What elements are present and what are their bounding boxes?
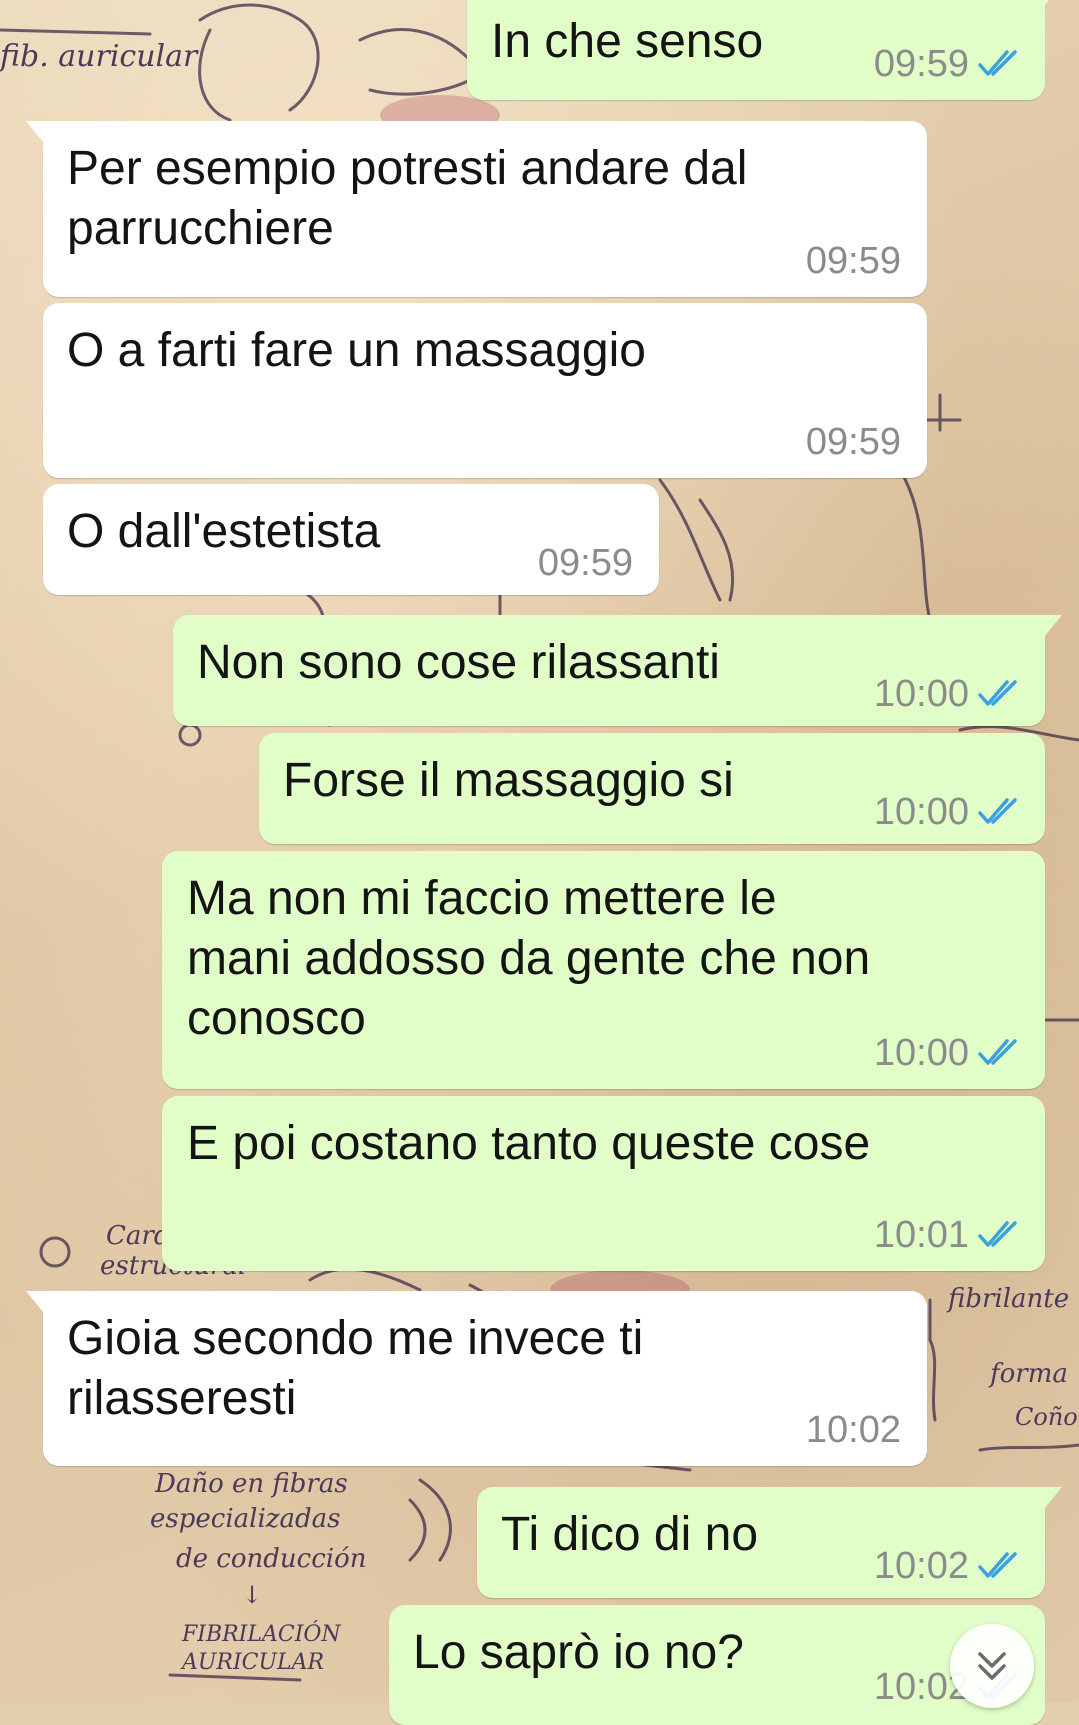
message-text: Non sono cose rilassanti — [197, 636, 720, 689]
double-check-icon — [978, 798, 1017, 824]
message-time: 10:02 — [873, 1544, 969, 1587]
message-bubble-outgoing[interactable]: Ti dico di no 10:02 — [477, 1487, 1062, 1598]
wallpaper-annotation: forma — [990, 1359, 1068, 1389]
wallpaper-annotation: fibrilante — [948, 1284, 1070, 1314]
message-bubble-outgoing[interactable]: E poi costano tanto queste cose 10:01 — [162, 1096, 1045, 1271]
message-meta: 09:59 — [537, 541, 633, 584]
message-time: 09:59 — [537, 541, 633, 584]
message-text: Lo saprò io no? — [413, 1626, 744, 1679]
message-time: 09:59 — [805, 420, 901, 463]
wallpaper-annotation: FIBRILACIÓN — [182, 1622, 341, 1647]
wallpaper-annotation: especializadas — [150, 1504, 341, 1534]
double-check-icon — [978, 1039, 1017, 1065]
message-text: E poi costano tanto queste cose — [187, 1117, 871, 1170]
message-bubble-outgoing[interactable]: Ma non mi faccio mettere le mani addosso… — [162, 851, 1045, 1089]
message-text: In che senso — [491, 15, 764, 68]
message-meta: 10:01 — [873, 1213, 1021, 1256]
message-bubble-incoming[interactable]: O dall'estetista 09:59 — [43, 484, 659, 595]
message-time: 10:00 — [873, 672, 969, 715]
message-meta: 10:02 — [873, 1544, 1021, 1587]
message-text: O a farti fare un massaggio — [67, 324, 646, 377]
message-time: 10:01 — [873, 1213, 969, 1256]
message-bubble-incoming[interactable]: O a farti fare un massaggio 09:59 — [43, 303, 927, 478]
message-time: 09:59 — [873, 42, 969, 85]
wallpaper-annotation: AURICULAR — [182, 1650, 325, 1675]
wallpaper-annotation: Coño — [1015, 1403, 1078, 1431]
message-meta: 10:00 — [873, 1031, 1021, 1074]
message-bubble-incoming[interactable]: Gioia secondo me invece ti rilasseresti … — [26, 1291, 927, 1466]
message-bubble-outgoing[interactable]: In che senso 09:59 — [467, 0, 1062, 100]
double-check-icon — [978, 1552, 1017, 1578]
message-text: Per esempio potresti andare dal parrucch… — [67, 142, 748, 255]
message-meta: 10:00 — [873, 672, 1021, 715]
message-text: O dall'estetista — [67, 505, 381, 558]
double-check-icon — [978, 1221, 1017, 1247]
message-bubble-outgoing[interactable]: Lo saprò io no? 10:02 — [389, 1605, 1045, 1725]
message-time: 10:00 — [873, 1031, 969, 1074]
message-text: Ti dico di no — [501, 1508, 759, 1561]
double-check-icon — [978, 680, 1017, 706]
message-time: 09:59 — [805, 239, 901, 282]
message-meta: 09:59 — [873, 42, 1021, 85]
message-text: Gioia secondo me invece ti rilasseresti — [67, 1312, 644, 1425]
wallpaper-annotation: Card — [106, 1221, 171, 1251]
scroll-to-bottom-button[interactable] — [950, 1624, 1034, 1708]
message-text: Ma non mi faccio mettere le mani addosso… — [187, 872, 871, 1045]
wallpaper-annotation: Daño en fibras — [155, 1469, 348, 1499]
message-time: 10:00 — [873, 790, 969, 833]
message-bubble-outgoing[interactable]: Forse il massaggio si 10:00 — [259, 733, 1045, 844]
message-bubble-outgoing[interactable]: Non sono cose rilassanti 10:00 — [173, 615, 1062, 726]
message-bubble-incoming[interactable]: Per esempio potresti andare dal parrucch… — [26, 121, 927, 297]
message-meta: 09:59 — [805, 239, 901, 282]
message-meta: 09:59 — [805, 420, 901, 463]
message-time: 10:02 — [805, 1408, 901, 1451]
double-check-icon — [978, 50, 1017, 76]
message-meta: 10:00 — [873, 790, 1021, 833]
wallpaper-annotation: de conducción — [176, 1544, 367, 1574]
wallpaper-annotation: ↓ — [242, 1581, 263, 1609]
message-meta: 10:02 — [805, 1408, 901, 1451]
message-text: Forse il massaggio si — [283, 754, 734, 807]
wallpaper-annotation: fib. auricular — [0, 39, 198, 74]
double-chevron-down-icon — [978, 1652, 1006, 1680]
